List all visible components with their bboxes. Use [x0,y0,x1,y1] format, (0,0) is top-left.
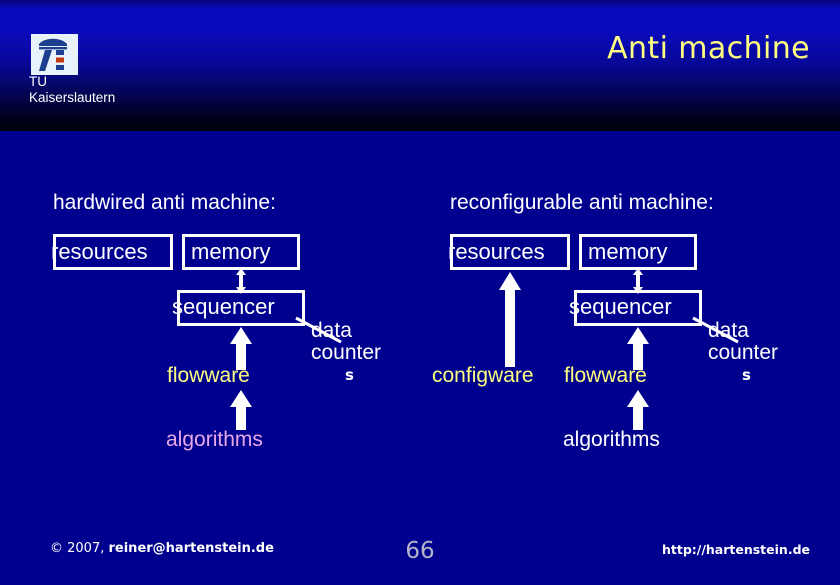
right-memory-label: memory [588,239,668,264]
left-sequencer-label: sequencer [172,294,275,319]
copyright-year: 2007, [67,541,105,556]
right-flowware-label: flowware [564,364,647,387]
tu-kaiserslautern-lighthouse-logo-icon [31,34,78,75]
copyright-symbol: © [50,541,63,556]
left-data-counter-s-label: s [345,366,354,384]
right-diagram-heading: reconfigurable anti machine: [450,191,714,214]
logo-label: TU Kaiserslautern [29,74,116,105]
right-data-counter-label: data counter [708,319,779,364]
right-resources-label: resources [448,239,545,264]
left-algorithms-label: algorithms [166,428,263,451]
right-configware-label: configware [432,364,534,387]
right-configware-to-resources-arrow [499,272,521,367]
left-algorithms-to-flowware-arrow [230,390,252,430]
copyright-email: reiner@hartenstein.de [108,541,274,556]
left-data-counter-label: data counter [311,319,382,364]
page-title: Anti machine [607,31,810,66]
right-algorithms-to-flowware-arrow [627,390,649,430]
right-sequencer-label: sequencer [569,294,672,319]
left-resources-label: resources [51,239,148,264]
footer-copyright: © 2007, reiner@hartenstein.de [50,541,274,556]
right-algorithms-label: algorithms [563,428,660,451]
slide-canvas: TU Kaiserslautern Anti machine hardwired… [0,0,840,585]
left-flowware-label: flowware [167,364,250,387]
left-diagram-heading: hardwired anti machine: [53,191,276,214]
page-number: 66 [405,538,435,564]
right-data-counter-s-label: s [742,366,751,384]
footer-url[interactable]: http://hartenstein.de [662,542,810,557]
left-memory-label: memory [191,239,271,264]
